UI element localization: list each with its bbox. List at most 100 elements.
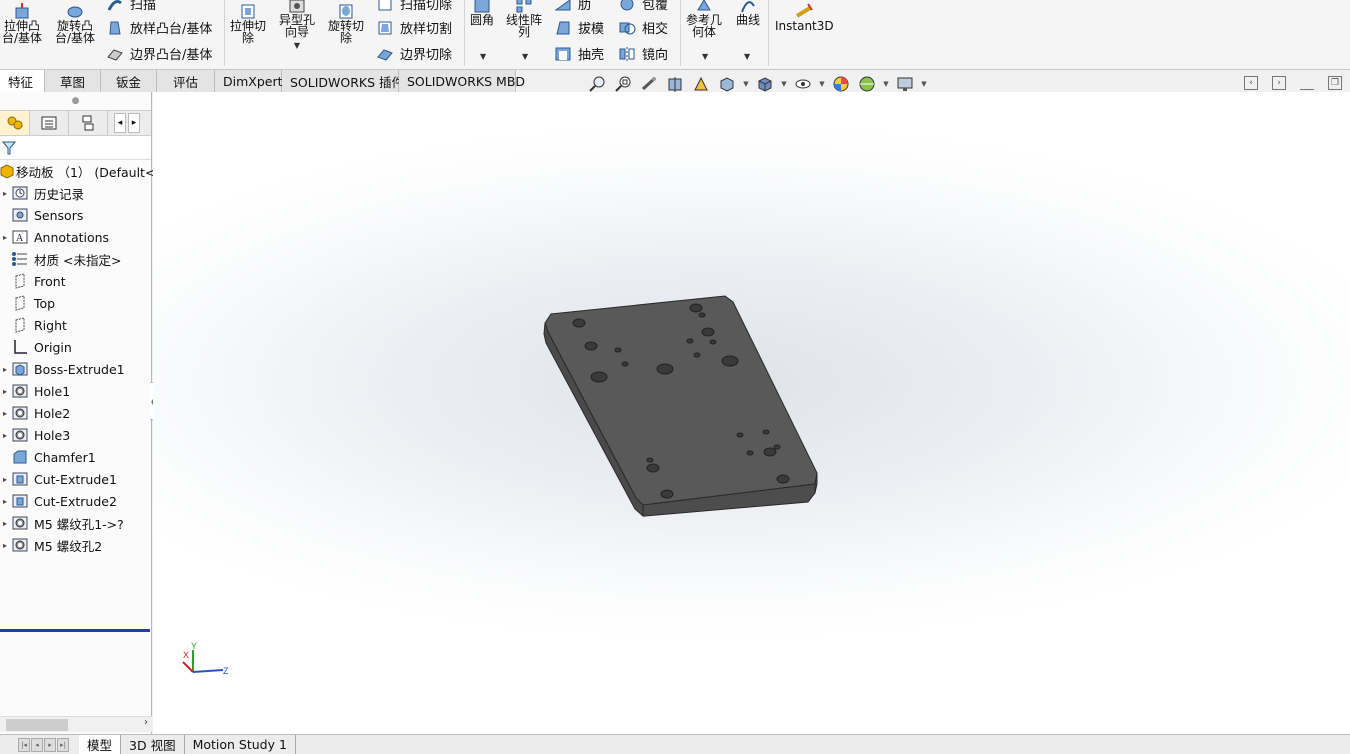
apply-scene-icon[interactable] — [856, 74, 878, 94]
instant3d-button[interactable]: Instant3D — [775, 2, 834, 32]
linear-pattern-button[interactable]: 线性阵 列 — [506, 0, 542, 38]
shell-button[interactable]: 抽壳 — [554, 44, 604, 63]
expand-arrow-icon[interactable]: ▸ — [0, 189, 10, 198]
reference-geometry-dropdown-icon[interactable]: ▼ — [702, 52, 708, 61]
part-model[interactable] — [153, 92, 1350, 734]
expand-arrow-icon[interactable]: ▸ — [0, 519, 10, 528]
apply-scene-dropdown-icon[interactable]: ▼ — [882, 80, 890, 88]
edit-appearance-icon[interactable] — [830, 74, 852, 94]
expand-arrow-icon[interactable]: ▸ — [0, 475, 10, 484]
tree-root-part[interactable]: 移动板 （1） (Default<< — [0, 160, 166, 182]
configuration-manager-tab[interactable] — [69, 111, 108, 135]
expand-arrow-icon[interactable]: ▸ — [0, 409, 10, 418]
curves-dropdown-icon[interactable]: ▼ — [744, 52, 750, 61]
draft-button[interactable]: 拔模 — [554, 18, 604, 37]
tree-node[interactable]: Right — [0, 314, 151, 336]
rollback-bar[interactable] — [0, 629, 150, 632]
expand-arrow-icon[interactable]: ▸ — [0, 365, 10, 374]
rib-button[interactable]: 肋 — [554, 0, 591, 13]
panel-tabs-next-icon[interactable]: ▸ — [128, 113, 140, 133]
tree-node[interactable]: ▸ Boss-Extrude1 — [0, 358, 151, 380]
expand-arrow-icon[interactable]: ▸ — [0, 431, 10, 440]
view-settings-icon[interactable] — [894, 74, 916, 94]
sweep-cut-button[interactable]: 扫描切除 — [376, 0, 452, 13]
section-view-icon[interactable] — [664, 74, 686, 94]
view-orientation-dropdown-icon[interactable]: ▼ — [742, 80, 750, 88]
tree-node[interactable]: Chamfer1 — [0, 446, 151, 468]
prev-tab-icon[interactable]: ◂ — [31, 737, 43, 752]
tab-model[interactable]: 模型 — [79, 735, 122, 754]
boundary-boss-button[interactable]: 边界凸台/基体 — [106, 44, 212, 63]
wrap-button[interactable]: 包覆 — [618, 0, 668, 13]
hide-show-items-icon[interactable] — [792, 74, 814, 94]
tree-node[interactable]: ▸ Hole2 — [0, 402, 151, 424]
boundary-cut-button[interactable]: 边界切除 — [376, 44, 452, 63]
tab-solidworks-addins[interactable]: SOLIDWORKS 插件 — [282, 70, 404, 92]
hole-wizard-button[interactable]: 异型孔 向导 ▼ — [279, 0, 315, 52]
tab-sheet-metal[interactable]: 钣金 — [101, 70, 157, 92]
feature-manager-tab[interactable] — [0, 111, 30, 135]
previous-view-icon[interactable] — [638, 74, 660, 94]
tab-evaluate[interactable]: 评估 — [157, 70, 215, 92]
fillet-button[interactable]: 圆角 — [470, 0, 494, 26]
expand-arrow-icon[interactable]: ▸ — [0, 541, 10, 550]
tab-motion-study-1[interactable]: Motion Study 1 — [185, 735, 296, 754]
panel-horizontal-scrollbar[interactable]: › — [0, 716, 152, 732]
next-tab-icon[interactable]: ▸ — [44, 737, 56, 752]
tab-3d-views[interactable]: 3D 视图 — [121, 735, 185, 754]
tree-node[interactable]: Front — [0, 270, 151, 292]
hole-wizard-dropdown-icon[interactable]: ▼ — [294, 40, 300, 52]
tree-node[interactable]: ▸ Cut-Extrude1 — [0, 468, 151, 490]
tree-node[interactable]: ▸ Hole1 — [0, 380, 151, 402]
dynamic-annotation-view-icon[interactable] — [690, 74, 712, 94]
extrude-cut-button[interactable]: 拉伸切 除 — [230, 2, 266, 44]
sweep-button[interactable]: 扫描 — [106, 0, 156, 13]
split-right-icon[interactable]: › — [1272, 76, 1286, 90]
tree-node[interactable]: 材质 <未指定> — [0, 248, 151, 270]
expand-arrow-icon[interactable]: ▸ — [0, 233, 10, 242]
restore-icon[interactable]: ❐ — [1328, 76, 1342, 90]
tree-node[interactable]: ▸ Hole3 — [0, 424, 151, 446]
expand-arrow-icon[interactable]: ▸ — [0, 387, 10, 396]
tab-dimxpert[interactable]: DimXpert — [215, 70, 283, 92]
tree-node[interactable]: Origin — [0, 336, 151, 358]
tab-sketch[interactable]: 草图 — [45, 70, 101, 92]
scroll-right-icon[interactable]: › — [144, 717, 148, 728]
loft-cut-button[interactable]: 放样切割 — [376, 18, 452, 37]
property-manager-tab[interactable] — [30, 111, 69, 135]
tab-solidworks-mbd[interactable]: SOLIDWORKS MBD — [399, 70, 525, 92]
panel-grip[interactable]: ● — [0, 92, 151, 110]
display-style-dropdown-icon[interactable]: ▼ — [780, 80, 788, 88]
split-left-icon[interactable]: ‹ — [1244, 76, 1258, 90]
tree-node[interactable]: Sensors — [0, 204, 151, 226]
view-settings-dropdown-icon[interactable]: ▼ — [920, 80, 928, 88]
graphics-viewport[interactable]: X Y Z — [153, 92, 1350, 734]
expand-arrow-icon[interactable]: ▸ — [0, 497, 10, 506]
tab-features[interactable]: 特征 — [0, 70, 45, 92]
linear-pattern-dropdown-icon[interactable]: ▼ — [522, 52, 528, 61]
tree-node[interactable]: ▸ M5 螺纹孔1->? — [0, 512, 151, 534]
hide-show-dropdown-icon[interactable]: ▼ — [818, 80, 826, 88]
intersect-button[interactable]: 相交 — [618, 18, 668, 37]
last-tab-icon[interactable]: ▸| — [57, 737, 69, 752]
reference-geometry-button[interactable]: 参考几 何体 — [686, 0, 722, 38]
tree-node[interactable]: Top — [0, 292, 151, 314]
zoom-to-fit-icon[interactable] — [586, 74, 608, 94]
minimize-icon[interactable] — [1300, 76, 1314, 90]
tree-node[interactable]: ▸ Cut-Extrude2 — [0, 490, 151, 512]
revolve-cut-button[interactable]: 旋转切 除 — [328, 2, 364, 44]
loft-boss-button[interactable]: 放样凸台/基体 — [106, 18, 212, 37]
tree-node[interactable]: ▸ A Annotations — [0, 226, 151, 248]
scrollbar-thumb[interactable] — [6, 719, 68, 731]
tree-node[interactable]: ▸ 历史记录 — [0, 182, 151, 204]
curves-button[interactable]: 曲线 — [736, 0, 760, 26]
tree-node[interactable]: ▸ M5 螺纹孔2 — [0, 534, 151, 556]
first-tab-icon[interactable]: |◂ — [18, 737, 30, 752]
extrude-boss-button[interactable]: 拉伸凸 台/基体 — [2, 2, 42, 44]
view-orientation-icon[interactable] — [716, 74, 738, 94]
tree-filter[interactable] — [0, 136, 151, 160]
display-style-icon[interactable] — [754, 74, 776, 94]
zoom-to-area-icon[interactable] — [612, 74, 634, 94]
fillet-dropdown-icon[interactable]: ▼ — [480, 52, 486, 61]
mirror-button[interactable]: 镜向 — [618, 44, 668, 63]
